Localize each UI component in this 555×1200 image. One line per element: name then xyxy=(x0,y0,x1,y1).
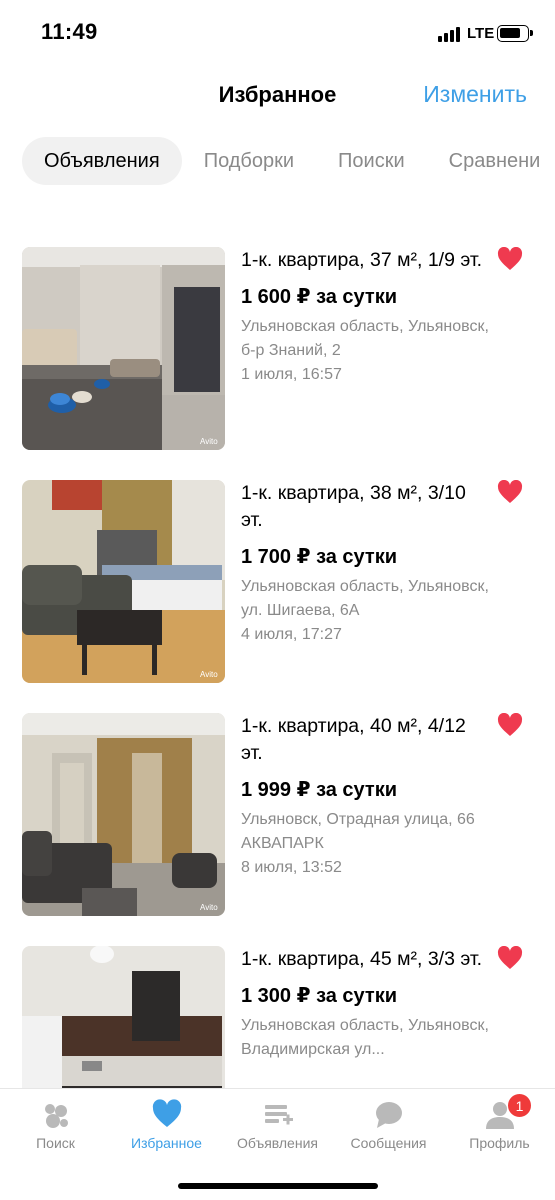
listing-photo[interactable]: Avito xyxy=(22,480,225,683)
heart-icon[interactable] xyxy=(497,946,523,970)
watermark: Avito xyxy=(200,903,218,912)
tab-comparisons[interactable]: Сравнени xyxy=(427,137,555,185)
watermark: Avito xyxy=(200,670,218,679)
nav-label: Объявления xyxy=(237,1135,318,1151)
heart-icon[interactable] xyxy=(497,247,523,271)
tab-listings[interactable]: Объявления xyxy=(22,137,182,185)
listing-photo[interactable]: Avito xyxy=(22,713,225,916)
listing-card[interactable]: Avito 1-к. квартира, 37 м², 1/9 эт. 1 60… xyxy=(0,247,555,451)
chat-bubble-icon xyxy=(375,1102,402,1128)
network-type: LTE xyxy=(467,25,495,42)
listing-date: 8 июля, 13:52 xyxy=(241,859,342,876)
nav-label: Профиль xyxy=(469,1135,530,1151)
listing-card[interactable]: Avito 1-к. квартира, 40 м², 4/12 эт. 1 9… xyxy=(0,713,555,917)
listing-card[interactable]: Avito 1-к. квартира, 38 м², 3/10 эт. 1 7… xyxy=(0,480,555,684)
status-time: 11:49 xyxy=(41,19,98,44)
listing-address: Ульяновская область, Ульяновск, ул. Шига… xyxy=(241,578,489,619)
edit-button[interactable]: Изменить xyxy=(423,81,527,108)
listing-title[interactable]: 1-к. квартира, 40 м², 4/12 эт. xyxy=(241,713,491,767)
search-bubbles-icon xyxy=(44,1104,68,1128)
listing-title[interactable]: 1-к. квартира, 37 м², 1/9 эт. xyxy=(241,247,491,274)
watermark: Avito xyxy=(200,437,218,446)
nav-favorites[interactable]: Избранное xyxy=(111,1099,222,1151)
nav-messages[interactable]: Сообщения xyxy=(333,1099,444,1151)
nav-search[interactable]: Поиск xyxy=(0,1099,111,1151)
listing-info: 1-к. квартира, 38 м², 3/10 эт. 1 700 ₽ з… xyxy=(241,480,491,647)
home-indicator xyxy=(178,1183,378,1189)
listing-date: 1 июля, 16:57 xyxy=(241,366,342,383)
nav-label: Сообщения xyxy=(350,1135,427,1151)
listing-info: 1-к. квартира, 40 м², 4/12 эт. 1 999 ₽ з… xyxy=(241,713,491,880)
listing-date: 4 июля, 17:27 xyxy=(241,626,342,643)
add-listing-icon xyxy=(264,1105,293,1125)
listing-price: 1 700 ₽ за сутки xyxy=(241,546,398,568)
tab-searches[interactable]: Поиски xyxy=(316,137,427,185)
signal-strength-icon xyxy=(438,26,460,42)
heart-icon xyxy=(152,1099,181,1127)
listing-photo[interactable]: Avito xyxy=(22,247,225,450)
listing-title[interactable]: 1-к. квартира, 38 м², 3/10 эт. xyxy=(241,480,491,534)
listing-address: Ульяновск, Отрадная улица, 66 АКВАПАРК xyxy=(241,811,475,852)
listing-info: 1-к. квартира, 37 м², 1/9 эт. 1 600 ₽ за… xyxy=(241,247,491,387)
listing-price: 1 999 ₽ за сутки xyxy=(241,779,398,801)
nav-label: Избранное xyxy=(131,1135,202,1151)
favorites-tabs: Объявления Подборки Поиски Сравнени xyxy=(22,137,555,185)
listing-price: 1 300 ₽ за сутки xyxy=(241,985,398,1007)
notification-badge: 1 xyxy=(507,1093,532,1118)
listing-address: Ульяновская область, Ульяновск, б-р Знан… xyxy=(241,318,489,359)
listing-price: 1 600 ₽ за сутки xyxy=(241,286,398,308)
status-bar: 11:49 LTE xyxy=(0,0,555,66)
heart-icon[interactable] xyxy=(497,480,523,504)
nav-my-listings[interactable]: Объявления xyxy=(222,1099,333,1151)
listing-info: 1-к. квартира, 45 м², 3/3 эт. 1 300 ₽ за… xyxy=(241,946,491,1062)
nav-label: Поиск xyxy=(36,1135,75,1151)
heart-icon[interactable] xyxy=(497,713,523,737)
listing-title[interactable]: 1-к. квартира, 45 м², 3/3 эт. xyxy=(241,946,491,973)
listing-address: Ульяновская область, Ульяновск, Владимир… xyxy=(241,1017,489,1058)
battery-icon xyxy=(497,25,533,42)
nav-profile[interactable]: Профиль xyxy=(444,1099,555,1151)
tab-collections[interactable]: Подборки xyxy=(182,137,316,185)
